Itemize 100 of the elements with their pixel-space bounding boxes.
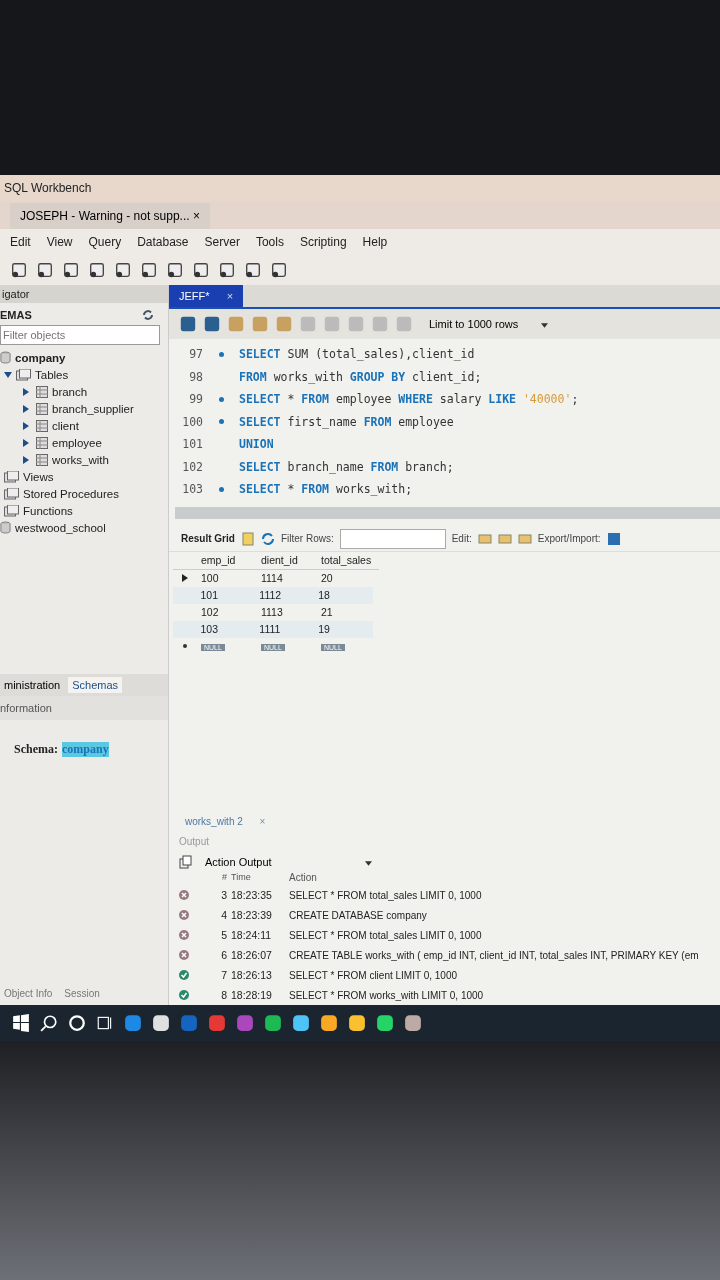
menu-item[interactable]: Tools [255,235,284,249]
toolbar-icon[interactable] [203,315,221,333]
table-item[interactable]: works_with [0,451,168,468]
table-icon [36,402,48,415]
log-number: 8 [220,989,227,1001]
menu-item[interactable]: Query [88,235,122,249]
app-icon[interactable] [292,1014,310,1032]
log-action: CREATE DATABASE company [289,909,428,921]
task-view-icon[interactable] [96,1014,114,1032]
limit-dropdown[interactable]: Limit to 1000 rows [423,317,555,331]
copy-icon[interactable] [179,855,193,869]
caret-icon [364,861,372,866]
navigator-header: igator [0,285,168,303]
expand-arrow-icon[interactable] [22,455,30,464]
search-icon[interactable] [40,1014,58,1032]
schema-label: Schema: [14,742,58,757]
statement-dot-icon [218,396,224,402]
filter-rows-field[interactable] [339,528,446,549]
toolbar-icon[interactable] [36,261,54,279]
menu-item[interactable]: Database [137,235,189,249]
column-header[interactable]: dient_id [257,554,317,566]
table-cell-text: 100 [200,572,220,584]
app-icon[interactable] [320,1014,338,1032]
app-icon[interactable] [376,1014,394,1032]
expand-arrow-icon[interactable] [4,370,12,379]
toolbar-icon[interactable] [244,261,262,279]
app-icon[interactable] [404,1014,422,1032]
export-label: Export/Import: [537,533,601,544]
filter-field[interactable]: Filter objects [0,325,160,345]
table-cell-text: 1112 [258,589,283,601]
circle-icon[interactable] [68,1014,86,1032]
editor-tab[interactable]: JEFF* × [169,285,244,307]
refresh-icon[interactable] [260,531,275,546]
schema-item[interactable]: westwood_school [0,519,168,536]
statement-dot-icon [218,419,224,425]
code-line: SELECT * FROM works_with; [239,482,413,497]
error-icon [179,950,189,960]
log-number: 5 [220,929,227,941]
app-icon[interactable] [264,1014,282,1032]
toolbar-icon[interactable] [179,315,197,333]
menu-item[interactable]: Help [362,235,388,249]
toolbar-icon[interactable] [218,261,236,279]
folder-item[interactable]: Views [0,468,168,485]
result-tab[interactable]: works_with 2 × [179,815,272,828]
save-icon[interactable] [606,531,621,546]
folder-item[interactable]: Stored Procedures [0,485,168,502]
table-cell-text: 20 [320,572,334,584]
toolbar-icon[interactable] [270,261,288,279]
log-time: 18:28:19 [230,989,273,1001]
code-line: FROM works_with GROUP BY client_id; [239,369,482,384]
error-icon [179,910,189,920]
connection-tab[interactable]: JOSEPH - Warning - not supp... × [10,203,210,229]
table-cell-text: 18 [317,589,331,601]
table-cell-text: 21 [320,606,334,618]
toolbar-icon[interactable] [88,261,106,279]
menu-item[interactable]: Scripting [299,235,347,249]
horizontal-scrollbar[interactable] [175,506,720,519]
app-icon[interactable] [348,1014,366,1032]
menu-item[interactable]: Edit [10,235,31,249]
navigator-tab[interactable]: Schemas [68,677,123,693]
output-mode-dropdown[interactable]: Action Output [199,855,378,869]
new-row-icon [182,642,188,650]
refresh-icon[interactable] [142,309,154,321]
expand-arrow-icon[interactable] [22,438,30,447]
app-icon[interactable] [152,1014,170,1032]
info-tab[interactable]: Session [64,988,100,999]
expand-arrow-icon[interactable] [22,404,30,413]
expand-arrow-icon[interactable] [22,421,30,430]
folder-item[interactable]: Functions [0,502,168,519]
toolbar-icon[interactable] [140,261,158,279]
toolbar-icon[interactable] [10,261,28,279]
toolbar-icon[interactable] [166,261,184,279]
table-item[interactable]: branch_supplier [0,400,168,417]
log-time: 18:23:39 [230,909,273,921]
column-header[interactable]: total_sales [317,554,377,566]
expand-arrow-icon[interactable] [22,387,30,396]
log-time: 18:23:35 [230,889,273,901]
schema-item[interactable]: company [0,349,168,366]
info-tab[interactable]: Object Info [4,988,53,999]
toolbar-icon[interactable] [192,261,210,279]
statement-dot-icon [218,486,224,492]
table-item[interactable]: client [0,417,168,434]
log-action: SELECT * FROM total_sales LIMIT 0, 1000 [289,889,483,901]
navigator-tab[interactable]: ministration [0,677,65,693]
information-header: nformation [0,696,168,720]
table-cell-text: 101 [199,589,220,601]
table-icon [36,385,48,398]
toolbar-icon[interactable] [114,261,132,279]
table-item[interactable]: employee [0,434,168,451]
log-time: 18:26:13 [230,969,273,981]
menu-item[interactable]: View [46,235,73,249]
windows-start-icon[interactable] [12,1014,30,1032]
menu-item[interactable]: Server [204,235,240,249]
table-item[interactable]: branch [0,383,168,400]
line-number: 99 [188,392,203,407]
statement-dot-icon [218,351,224,357]
code-line: SELECT SUM (total_sales),client_id [239,347,475,362]
column-header[interactable]: emp_id [197,554,257,566]
toolbar-icon[interactable] [62,261,80,279]
folder-item[interactable]: Tables [0,366,168,383]
